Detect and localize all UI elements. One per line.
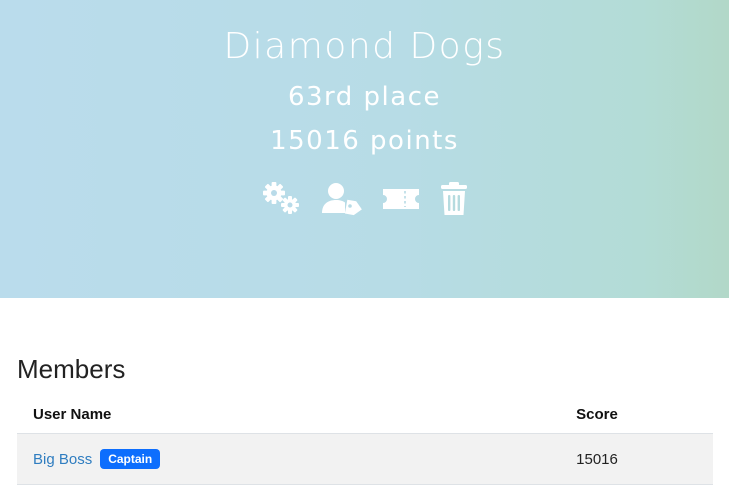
- table-row: Big Boss Captain 15016: [17, 433, 713, 485]
- ticket-icon[interactable]: [381, 181, 421, 217]
- member-link[interactable]: Big Boss: [33, 451, 92, 468]
- settings-gears-icon[interactable]: [261, 181, 303, 217]
- team-header: Diamond Dogs 63rd place 15016 points: [0, 0, 729, 298]
- member-name-cell: Big Boss Captain: [17, 433, 481, 485]
- team-place: 63rd place: [287, 82, 442, 112]
- score-column-header[interactable]: Score: [481, 396, 713, 434]
- members-table-header: User Name Score: [17, 396, 713, 434]
- members-table: User Name Score Big Boss Captain 15016: [17, 396, 713, 485]
- user-tag-icon[interactable]: [321, 181, 363, 217]
- user-name-column-header[interactable]: User Name: [17, 396, 481, 434]
- trash-icon[interactable]: [439, 181, 469, 217]
- team-points: 15016 points: [270, 126, 459, 156]
- captain-badge: Captain: [100, 449, 161, 469]
- team-actions: [0, 180, 729, 218]
- member-score: 15016: [481, 433, 713, 485]
- team-name: Diamond Dogs: [223, 26, 506, 67]
- members-title: Members: [17, 354, 126, 384]
